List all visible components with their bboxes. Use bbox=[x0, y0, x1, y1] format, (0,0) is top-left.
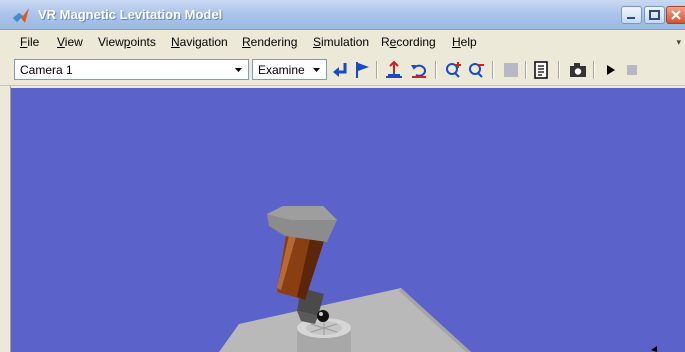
left-pane-edge bbox=[0, 86, 11, 352]
toolbar: Camera 1 Examine bbox=[0, 54, 685, 86]
camera-icon[interactable] bbox=[567, 59, 589, 81]
play-icon[interactable] bbox=[600, 59, 622, 81]
viewpoint-select-value: Camera 1 bbox=[20, 63, 73, 77]
window-title: VR Magnetic Levitation Model bbox=[38, 7, 223, 22]
minimize-icon bbox=[627, 17, 635, 19]
stop-icon[interactable] bbox=[622, 59, 644, 81]
matlab-logo-icon bbox=[13, 8, 29, 23]
maximize-icon bbox=[649, 10, 660, 20]
toolbar-separator bbox=[376, 61, 378, 79]
minimize-button[interactable] bbox=[621, 6, 642, 24]
vr-scene-viewport[interactable] bbox=[11, 88, 685, 352]
levitating-ball bbox=[317, 310, 329, 322]
flag-icon[interactable] bbox=[352, 59, 374, 81]
toolbar-separator bbox=[525, 61, 527, 79]
menu-recording[interactable]: Recording bbox=[381, 35, 436, 49]
menu-navigation[interactable]: Navigation bbox=[171, 35, 228, 49]
chevron-down-icon[interactable] bbox=[309, 62, 324, 77]
zoom-out-icon[interactable] bbox=[466, 59, 488, 81]
chevron-down-icon[interactable] bbox=[231, 62, 246, 77]
menubar-overflow-icon[interactable]: ▾ bbox=[676, 37, 681, 48]
navigation-mode-select[interactable]: Examine bbox=[252, 59, 327, 80]
return-to-viewpoint-icon[interactable] bbox=[330, 59, 352, 81]
maximize-button[interactable] bbox=[644, 6, 665, 24]
capture-settings-icon[interactable] bbox=[530, 59, 552, 81]
menu-help[interactable]: Help bbox=[452, 35, 477, 49]
menu-view[interactable]: View bbox=[57, 35, 83, 49]
vr-scene bbox=[219, 206, 657, 352]
menu-bar: File View Viewpoints Navigation Renderin… bbox=[0, 30, 685, 54]
zoom-in-icon[interactable] bbox=[443, 59, 465, 81]
straighten-up-icon[interactable] bbox=[383, 59, 405, 81]
ball-highlight bbox=[319, 312, 323, 316]
cursor-icon bbox=[651, 346, 657, 352]
menu-file[interactable]: File bbox=[20, 35, 39, 49]
record-icon[interactable] bbox=[500, 59, 522, 81]
navigation-mode-value: Examine bbox=[258, 63, 305, 77]
toolbar-separator bbox=[593, 61, 595, 79]
toolbar-separator bbox=[435, 61, 437, 79]
close-button[interactable] bbox=[666, 6, 685, 24]
viewpoint-select[interactable]: Camera 1 bbox=[14, 59, 249, 80]
title-bar: VR Magnetic Levitation Model bbox=[0, 0, 685, 30]
toolbar-separator bbox=[492, 61, 494, 79]
undo-move-icon[interactable] bbox=[408, 59, 430, 81]
menu-viewpoints[interactable]: Viewpoints bbox=[98, 35, 156, 49]
toolbar-separator bbox=[558, 61, 560, 79]
close-icon bbox=[671, 10, 681, 20]
menu-simulation[interactable]: Simulation bbox=[313, 35, 369, 49]
menu-rendering[interactable]: Rendering bbox=[242, 35, 297, 49]
